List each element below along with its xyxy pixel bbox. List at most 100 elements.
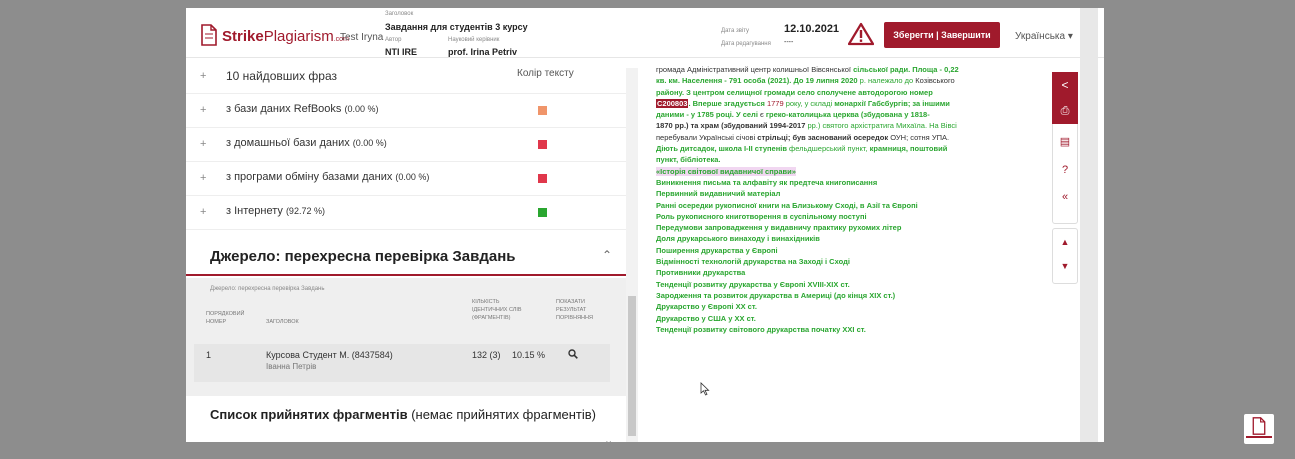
- match[interactable]: - у 1785 році. У селі: [686, 110, 760, 119]
- expand-icon[interactable]: +: [200, 104, 206, 116]
- topic-item[interactable]: Відмінності технологій друкарства на Зах…: [656, 256, 1080, 267]
- match[interactable]: (збудована у 1818-: [861, 110, 930, 119]
- row-exchange-db[interactable]: + з програми обміну базами даних (0.00 %…: [186, 162, 626, 196]
- print-icon[interactable]: ⎙: [1052, 98, 1078, 124]
- match[interactable]: пункт, бібліотека.: [656, 155, 721, 164]
- left-panel: + 10 найдовших фраз Колір тексту + з баз…: [186, 60, 626, 442]
- row-percent: 10.15 %: [512, 350, 546, 360]
- right-scrollbar[interactable]: [1080, 8, 1098, 442]
- topic-item[interactable]: Противники друкарства: [656, 267, 1080, 278]
- row-refbooks[interactable]: + з бази даних RefBooks (0.00 %): [186, 94, 626, 128]
- topic-item[interactable]: Виникнення письма та алфавіту як предтеч…: [656, 177, 1080, 188]
- match[interactable]: рр.) святого: [807, 121, 850, 130]
- match[interactable]: архістратига Михаїла. На Вівсі: [851, 121, 957, 130]
- title-label: Заголовок: [385, 11, 414, 17]
- topic-item[interactable]: Поширення друкарства у Європі: [656, 245, 1080, 256]
- match[interactable]: - 791 особа (2021). До 19 липня 2020: [724, 76, 857, 85]
- search-icon[interactable]: [568, 349, 578, 359]
- match[interactable]: крамниця, поштовий: [870, 144, 948, 153]
- share-icon[interactable]: <: [1052, 72, 1078, 98]
- mouse-cursor-icon: [700, 382, 710, 396]
- text: УПА.: [931, 132, 950, 142]
- row-longest-phrases[interactable]: + 10 найдовших фраз Колір тексту: [186, 60, 626, 94]
- doc-line: 1870 рр.) та храм (збудований 1994-2017 …: [656, 120, 1080, 131]
- help-icon[interactable]: ?: [1053, 164, 1077, 176]
- accepted-fragments-section[interactable]: Список прийнятих фрагментів (немає прийн…: [210, 404, 613, 442]
- navigation-buttons: ▲ ▼: [1052, 228, 1078, 284]
- source-subtitle: Джерело: перехресна перевірка Завдань: [210, 286, 325, 292]
- topic-item[interactable]: Тенденції розвитку друкарства у Європі X…: [656, 279, 1080, 290]
- accepted-title: Список прийнятих фрагментів: [210, 407, 408, 422]
- selected-match[interactable]: С200803: [656, 98, 689, 108]
- match[interactable]: - 0,22: [940, 65, 959, 74]
- topic-item[interactable]: Друкарство у Європі XX ст.: [656, 301, 1080, 312]
- topic-item[interactable]: Ранні осередки рукописної книги на Близь…: [656, 200, 1080, 211]
- expand-icon[interactable]: +: [200, 172, 206, 184]
- supervisor-label: Науковий керівник: [448, 37, 500, 43]
- left-scrollbar[interactable]: [626, 68, 638, 442]
- chevron-up-icon[interactable]: ⌃: [602, 248, 612, 262]
- date-value: 12.10.2021: [784, 23, 840, 35]
- match-heading[interactable]: «Історія світової видавничої справи»: [656, 166, 796, 176]
- doc-line: району. З центром селищної громади село …: [656, 87, 1080, 98]
- match[interactable]: церква: [833, 110, 861, 119]
- supervisor-value: prof. Irina Petriv: [448, 47, 518, 57]
- topic-item[interactable]: Тенденції розвитку світового друкарства …: [656, 324, 1080, 335]
- match[interactable]: Діють дитсадок, школа І-ІІ ступенів: [656, 144, 789, 153]
- match[interactable]: греко-католицька: [766, 110, 833, 119]
- row-label: з бази даних RefBooks (0.00 %): [226, 103, 378, 115]
- row-number: 1: [206, 350, 212, 360]
- match[interactable]: . Вперше згадується: [688, 99, 766, 108]
- save-finish-button[interactable]: Зберегти | Завершити: [884, 22, 1000, 48]
- chevron-down-icon[interactable]: ▼: [1053, 261, 1077, 271]
- row-internet[interactable]: + з Інтернету (92.72 %): [186, 196, 626, 230]
- topic-item[interactable]: Первинний видавничий матеріал: [656, 188, 1080, 199]
- match[interactable]: даними: [656, 110, 686, 119]
- language-select[interactable]: Українська ▾: [1015, 31, 1073, 42]
- topic-item[interactable]: Доля друкарського винаходу і винахідникі…: [656, 233, 1080, 244]
- double-chevron-up-icon[interactable]: «: [1053, 191, 1077, 203]
- match[interactable]: сільської ради. Площа: [851, 65, 940, 74]
- expand-icon[interactable]: +: [200, 70, 206, 82]
- comment-icon[interactable]: ▤: [1053, 135, 1077, 148]
- edit-date-label: Дата редагування: [721, 41, 771, 47]
- match[interactable]: кв. км. Населення: [656, 76, 724, 85]
- text: Українські січові: [699, 132, 756, 142]
- expand-icon[interactable]: +: [200, 206, 206, 218]
- topic-item[interactable]: Друкарство у США у XX ст.: [656, 313, 1080, 324]
- row-percent: (0.00 %): [395, 172, 430, 182]
- row-label: 10 найдовших фраз: [226, 69, 337, 83]
- text: рр.) та храм (збудований 1994-2017: [674, 121, 808, 131]
- row-label: з Інтернету (92.72 %): [226, 205, 325, 217]
- doc-line: перебували Українські січові стрільці; б…: [656, 132, 1080, 143]
- doc-line: даними - у 1785 році. У селі є греко-кат…: [656, 109, 1080, 120]
- logo-bold: Strike: [222, 28, 264, 45]
- table-row[interactable]: 1 Курсова Студент М. (8437584) Іванна Пе…: [194, 344, 610, 382]
- doc-line: «Історія світової видавничої справи»: [656, 166, 1080, 177]
- color-swatch: [538, 208, 547, 217]
- logo-text: StrikePlagiarism.com: [222, 28, 349, 45]
- text: Козівського: [915, 76, 955, 86]
- topic-item[interactable]: Передумови запровадження у видавничу пра…: [656, 222, 1080, 233]
- chevron-down-icon[interactable]: ⌄: [604, 430, 613, 442]
- text: Вівсянської: [811, 65, 852, 74]
- source-section-header[interactable]: Джерело: перехресна перевірка Завдань ⌃: [186, 236, 626, 276]
- match[interactable]: р. належало до: [858, 76, 916, 85]
- match[interactable]: району. З центром селищної громади село …: [656, 88, 933, 97]
- text: стрільці; був заснований осередок: [755, 132, 891, 142]
- text: 1870: [656, 121, 675, 131]
- warning-icon[interactable]: [848, 22, 874, 46]
- user-name[interactable]: Test Iryna: [340, 32, 383, 43]
- expand-icon[interactable]: +: [200, 138, 206, 150]
- match[interactable]: фельдшерський пункт,: [789, 144, 870, 153]
- row-percent: (92.72 %): [285, 206, 325, 216]
- row-home-db[interactable]: + з домашньої бази даних (0.00 %): [186, 128, 626, 162]
- col-header-number: ПОРЯДКОВИЙ НОМЕР: [206, 311, 245, 325]
- row-title[interactable]: Курсова Студент М. (8437584): [266, 350, 393, 360]
- match[interactable]: року, у складі: [786, 99, 835, 108]
- chevron-up-icon[interactable]: ▲: [1053, 237, 1077, 247]
- topic-item[interactable]: Роль рукописного книготворення в суспіль…: [656, 211, 1080, 222]
- match[interactable]: монархії Габсбургів; за іншими: [834, 99, 950, 108]
- scrollbar-thumb[interactable]: [628, 296, 636, 436]
- topic-item[interactable]: Зародження та розвиток друкарства в Амер…: [656, 290, 1080, 301]
